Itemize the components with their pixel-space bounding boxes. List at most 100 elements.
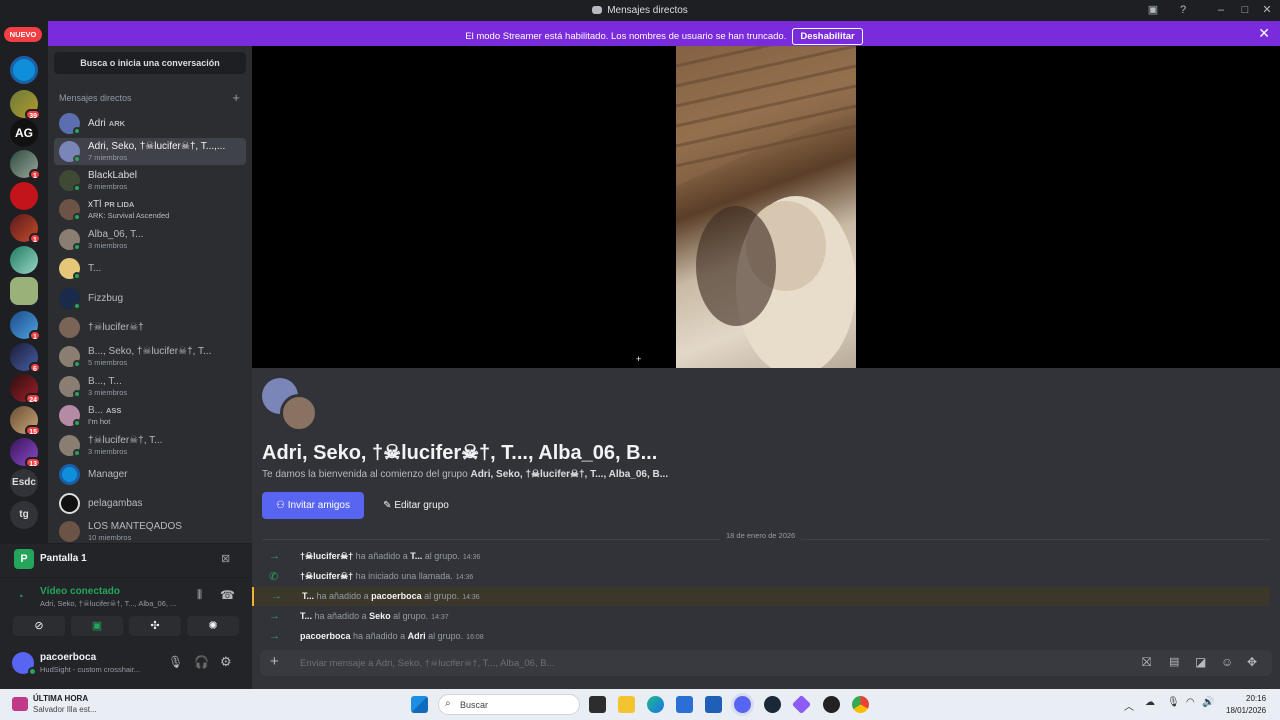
- attach-plus-icon[interactable]: +: [270, 653, 279, 670]
- chevron-up-icon[interactable]: ︿: [1124, 698, 1134, 713]
- headphones-icon[interactable]: 🎧: [194, 655, 209, 669]
- server-tg[interactable]: tg: [10, 501, 38, 529]
- apps-icon[interactable]: ✥: [1247, 655, 1257, 669]
- server-icon[interactable]: 13: [10, 438, 41, 468]
- noise-icon[interactable]: ⫼: [197, 589, 202, 602]
- message-target[interactable]: T...: [410, 551, 422, 561]
- search-conversation-button[interactable]: Busca o inicia una conversación: [54, 52, 246, 74]
- dm-item[interactable]: T...: [54, 255, 246, 282]
- sticker-icon[interactable]: ◪: [1195, 655, 1206, 669]
- dm-item[interactable]: Alba_06, T... 3 miembros: [54, 226, 246, 253]
- voice-channel[interactable]: Adri, Seko, †☠lucifer☠†, T..., Alba_06, …: [40, 599, 188, 608]
- message-target[interactable]: pacoerboca: [371, 591, 422, 601]
- server-icon[interactable]: 15: [10, 406, 41, 436]
- edit-group-button[interactable]: ✎ Editar grupo: [370, 492, 462, 519]
- message-target[interactable]: Adri: [408, 631, 426, 641]
- message-actor[interactable]: †☠lucifer☠†: [300, 551, 353, 561]
- news-sub[interactable]: Salvador Illa est...: [33, 705, 97, 714]
- store-icon[interactable]: [705, 696, 722, 713]
- black-app-icon[interactable]: [823, 696, 840, 713]
- invite-label: Invitar amigos: [287, 500, 350, 511]
- chrome-icon[interactable]: [852, 696, 869, 713]
- camera-off-button[interactable]: ⊘: [13, 616, 65, 636]
- server-icon[interactable]: [10, 182, 38, 210]
- message-composer[interactable]: + Enviar mensaje a Adri, Seko, †☠lucifer…: [260, 650, 1272, 676]
- gift-icon[interactable]: ⛝: [1142, 655, 1151, 670]
- dm-item[interactable]: Fizzbug: [54, 285, 246, 312]
- voice-status[interactable]: Vídeo conectado: [40, 586, 120, 597]
- inbox-icon[interactable]: ▣: [1144, 3, 1162, 18]
- dm-item[interactable]: B..., T... 3 miembros: [54, 373, 246, 400]
- screen-share-button[interactable]: ▣: [71, 616, 123, 636]
- message-actor[interactable]: †☠lucifer☠†: [300, 571, 353, 581]
- server-icon[interactable]: 1: [10, 311, 41, 341]
- dm-item[interactable]: B..., Seko, †☠lucifer☠†, T... 5 miembros: [54, 343, 246, 370]
- dm-item[interactable]: B... ASS I'm hot: [54, 402, 246, 429]
- wifi-icon[interactable]: ◠: [1186, 697, 1195, 708]
- add-dm-icon[interactable]: +: [232, 90, 240, 105]
- windows-start-icon[interactable]: [411, 696, 428, 713]
- dm-item[interactable]: xTl PR LIDA ARK: Survival Ascended: [54, 196, 246, 223]
- server-icon[interactable]: 1: [10, 150, 41, 180]
- news-title[interactable]: ÚLTIMA HORA: [33, 694, 88, 703]
- group-avatar-front: [280, 394, 318, 432]
- new-badge[interactable]: NUEVO: [4, 27, 42, 42]
- steam-icon[interactable]: [764, 696, 781, 713]
- volume-icon[interactable]: 🔊: [1202, 697, 1214, 708]
- activities-button[interactable]: ✣: [129, 616, 181, 636]
- taskbar-search[interactable]: ⌕ Buscar: [438, 694, 580, 715]
- cloud-icon[interactable]: ☁: [1145, 697, 1155, 708]
- disable-streamer-button[interactable]: Deshabilitar: [792, 28, 863, 45]
- dm-item[interactable]: †☠lucifer☠†: [54, 314, 246, 341]
- outlook-icon[interactable]: [676, 696, 693, 713]
- emoji-icon[interactable]: ☺: [1221, 655, 1233, 669]
- file-explorer-icon[interactable]: [618, 696, 635, 713]
- close-banner-icon[interactable]: ✕: [1258, 25, 1270, 42]
- diamond-app-icon[interactable]: [791, 694, 812, 715]
- settings-gear-icon[interactable]: ⚙: [220, 654, 232, 670]
- task-view-icon[interactable]: [589, 696, 606, 713]
- dm-item[interactable]: Adri ARK: [54, 110, 246, 137]
- username[interactable]: pacoerboca: [40, 652, 96, 663]
- dm-item[interactable]: pelagambas: [54, 490, 246, 517]
- server-icon[interactable]: [10, 56, 38, 84]
- disconnect-icon[interactable]: ☎: [220, 588, 235, 602]
- invite-friends-button[interactable]: ⚇ Invitar amigos: [262, 492, 364, 519]
- clock-time[interactable]: 20:16: [1246, 694, 1266, 703]
- news-widget-icon[interactable]: [12, 697, 28, 711]
- server-icon[interactable]: [10, 246, 38, 274]
- dm-item-selected[interactable]: Adri, Seko, †☠lucifer☠†, T...,... 7 miem…: [54, 138, 246, 165]
- microphone-icon[interactable]: 🎙: [168, 655, 183, 669]
- message-actor[interactable]: T...: [300, 611, 312, 621]
- edge-icon[interactable]: [647, 696, 664, 713]
- camera-feed[interactable]: [675, 24, 857, 376]
- server-icon[interactable]: [10, 277, 38, 305]
- server-icon[interactable]: 6: [10, 343, 41, 373]
- help-icon[interactable]: ?: [1174, 3, 1192, 18]
- composer-placeholder[interactable]: Enviar mensaje a Adri, Seko, †☠lucifer☠†…: [300, 658, 555, 669]
- clock-date[interactable]: 18/01/2026: [1226, 706, 1266, 715]
- close-window-button[interactable]: ✕: [1258, 3, 1276, 18]
- soundboard-button[interactable]: ✺: [187, 616, 239, 636]
- minimize-button[interactable]: –: [1212, 3, 1230, 18]
- message-target[interactable]: Seko: [369, 611, 391, 621]
- discord-icon[interactable]: [734, 696, 751, 713]
- server-icon[interactable]: 1: [10, 214, 41, 244]
- maximize-button[interactable]: □: [1236, 3, 1254, 18]
- server-icon[interactable]: AG: [10, 119, 38, 147]
- message-actor[interactable]: T...: [302, 591, 314, 601]
- dm-item[interactable]: Manager: [54, 461, 246, 488]
- message-actor[interactable]: pacoerboca: [300, 631, 351, 641]
- gif-icon[interactable]: ▤: [1169, 655, 1179, 668]
- dm-item[interactable]: †☠lucifer☠†, T... 3 miembros: [54, 432, 246, 459]
- banner-text: El modo Streamer está habilitado. Los no…: [465, 31, 787, 42]
- server-icon[interactable]: 39: [10, 90, 41, 120]
- server-esdc[interactable]: Esdc: [10, 469, 38, 497]
- video-stage[interactable]: +: [252, 24, 1280, 376]
- server-icon[interactable]: 24: [10, 374, 41, 404]
- mic-tray-icon[interactable]: 🎙: [1167, 697, 1180, 708]
- dm-name: B...: [88, 405, 104, 416]
- dm-item[interactable]: BlackLabel 8 miembros: [54, 167, 246, 194]
- stop-stream-icon[interactable]: ⊠: [221, 552, 230, 565]
- dm-item[interactable]: LOS MANTEQADOS 10 miembros: [54, 518, 246, 543]
